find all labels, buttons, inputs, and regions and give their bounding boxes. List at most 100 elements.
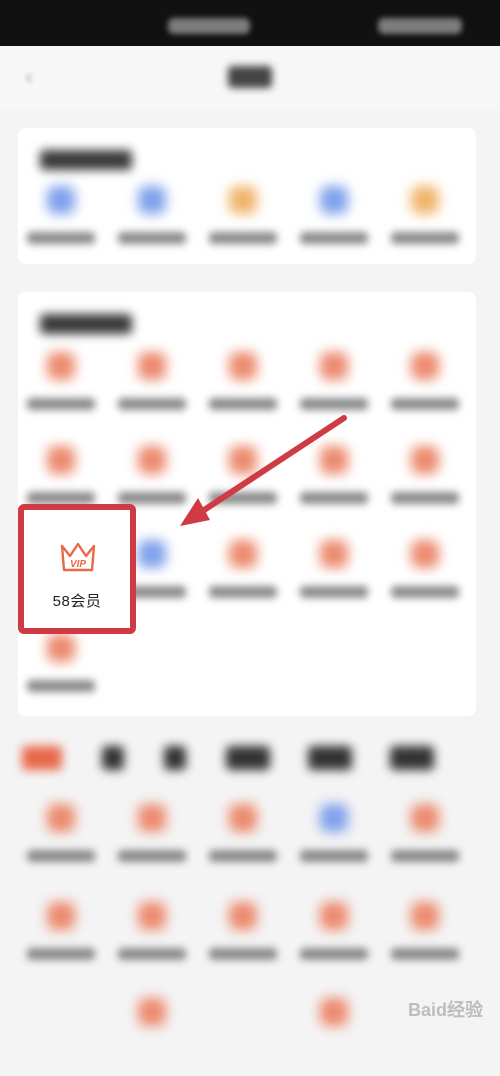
service-icon	[411, 540, 439, 568]
recent-services-card	[18, 128, 476, 264]
service-label	[209, 586, 277, 598]
recent-service-item[interactable]	[382, 178, 468, 264]
service-label	[27, 398, 95, 410]
vip-badge-text: VIP	[70, 559, 86, 570]
status-bar-right-text	[378, 18, 462, 34]
recent-services-title	[40, 150, 132, 170]
watermark: Baid经验	[386, 990, 496, 1028]
service-icon	[229, 352, 257, 380]
nav-bar: ‹	[0, 46, 500, 110]
service-icon	[47, 634, 75, 662]
service-icon	[320, 998, 348, 1026]
category-service-item[interactable]	[291, 894, 377, 980]
service-icon	[411, 186, 439, 214]
recent-service-item[interactable]	[200, 178, 286, 264]
vip-member-item[interactable]: VIP 58会员	[18, 504, 136, 634]
service-label	[118, 232, 186, 244]
service-icon	[138, 186, 166, 214]
service-label	[209, 398, 277, 410]
recent-service-item[interactable]	[291, 178, 377, 264]
service-icon	[320, 902, 348, 930]
service-label	[118, 398, 186, 410]
category-service-item[interactable]	[200, 796, 286, 882]
service-label	[27, 850, 95, 862]
service-label	[300, 850, 368, 862]
category-service-item[interactable]	[382, 894, 468, 980]
category-tabs	[0, 738, 500, 782]
service-icon	[138, 540, 166, 568]
service-icon	[411, 446, 439, 474]
service-label	[209, 232, 277, 244]
service-label	[27, 492, 95, 504]
category-service-item[interactable]	[109, 894, 195, 980]
recent-service-item[interactable]	[109, 178, 195, 264]
hot-service-item[interactable]	[382, 532, 468, 618]
service-label	[391, 232, 459, 244]
hot-service-item[interactable]	[200, 532, 286, 618]
hot-service-item[interactable]	[109, 344, 195, 430]
hot-service-item[interactable]	[18, 626, 104, 712]
service-label	[118, 492, 186, 504]
service-icon	[138, 352, 166, 380]
category-service-item[interactable]	[291, 990, 377, 1076]
service-icon	[47, 352, 75, 380]
service-label	[300, 492, 368, 504]
service-icon	[229, 804, 257, 832]
tab[interactable]	[390, 746, 434, 770]
service-icon	[138, 998, 166, 1026]
category-service-item[interactable]	[18, 796, 104, 882]
category-service-item[interactable]	[382, 796, 468, 882]
hot-service-item[interactable]	[291, 532, 377, 618]
tab[interactable]	[226, 746, 270, 770]
watermark-text: Baid经验	[408, 1000, 484, 1020]
status-bar	[0, 0, 500, 46]
service-label	[300, 948, 368, 960]
hot-service-item[interactable]	[200, 438, 286, 524]
service-icon	[229, 446, 257, 474]
service-icon	[229, 186, 257, 214]
service-icon	[47, 186, 75, 214]
service-label	[391, 586, 459, 598]
service-icon	[320, 446, 348, 474]
hot-service-item[interactable]	[382, 344, 468, 430]
vip-crown-icon: VIP	[60, 542, 96, 572]
service-icon	[229, 902, 257, 930]
category-service-item[interactable]	[109, 990, 195, 1076]
service-icon	[320, 352, 348, 380]
category-service-item[interactable]	[291, 796, 377, 882]
category-service-item[interactable]	[109, 796, 195, 882]
hot-service-item[interactable]	[200, 344, 286, 430]
recent-service-item[interactable]	[18, 178, 104, 264]
service-label	[27, 948, 95, 960]
service-label	[391, 850, 459, 862]
service-icon	[47, 902, 75, 930]
service-icon	[320, 804, 348, 832]
service-icon	[138, 446, 166, 474]
tab[interactable]	[164, 746, 186, 770]
service-icon	[47, 804, 75, 832]
tab[interactable]	[308, 746, 352, 770]
tab-active[interactable]	[22, 746, 62, 770]
hot-service-item[interactable]	[291, 344, 377, 430]
service-label	[118, 850, 186, 862]
service-icon	[47, 446, 75, 474]
tab[interactable]	[102, 746, 124, 770]
page-title	[228, 66, 272, 88]
hot-service-item[interactable]	[291, 438, 377, 524]
category-service-item[interactable]	[18, 894, 104, 980]
hot-service-item[interactable]	[382, 438, 468, 524]
service-label	[209, 850, 277, 862]
service-icon	[138, 804, 166, 832]
service-label	[209, 492, 277, 504]
back-icon[interactable]: ‹	[18, 64, 40, 90]
service-label	[209, 948, 277, 960]
service-icon	[229, 540, 257, 568]
hot-service-item[interactable]	[18, 344, 104, 430]
category-service-item[interactable]	[200, 894, 286, 980]
status-bar-center-text	[168, 18, 250, 34]
vip-member-label: 58会员	[52, 593, 102, 610]
service-icon	[320, 186, 348, 214]
service-label	[27, 680, 95, 692]
service-label	[300, 232, 368, 244]
service-label	[391, 948, 459, 960]
